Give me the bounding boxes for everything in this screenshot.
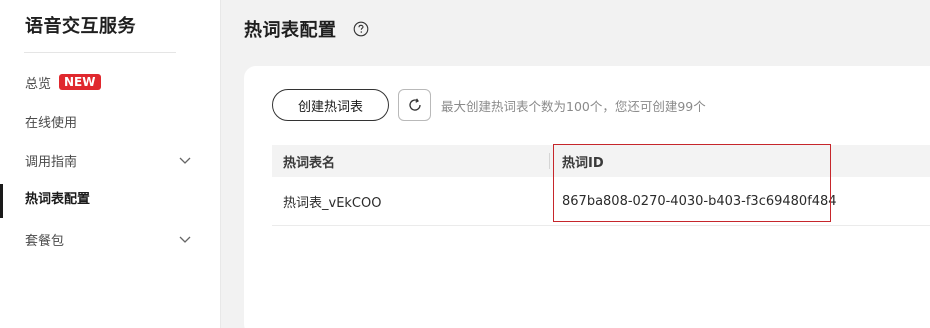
sidebar-item-online-use[interactable]: 在线使用 — [0, 106, 221, 136]
cell-hotword-table-name: 热词表_vEkCOO — [283, 196, 382, 211]
sidebar-item-label: 调用指南 — [25, 154, 78, 170]
sidebar-title: 语音交互服务 — [25, 16, 136, 37]
column-header-name: 热词表名 — [283, 155, 336, 171]
cell-hotword-id: 867ba808-0270-4030-b403-f3c69480f484 — [562, 194, 837, 209]
create-hotword-table-button[interactable]: 创建热词表 — [272, 89, 389, 121]
sidebar-item-package[interactable]: 套餐包 — [0, 224, 221, 254]
sidebar: 语音交互服务 总览 NEW 在线使用 调用指南 热词表配置 套餐包 — [0, 0, 221, 328]
chevron-down-icon — [179, 157, 191, 164]
app-root: 语音交互服务 总览 NEW 在线使用 调用指南 热词表配置 套餐包 热词表配置 — [0, 0, 930, 328]
table-header: 热词表名 热词ID — [272, 145, 930, 177]
sidebar-item-label: 热词表配置 — [25, 191, 91, 207]
sidebar-item-overview[interactable]: 总览 NEW — [0, 67, 221, 97]
quota-hint: 最大创建热词表个数为100个，您还可创建99个 — [441, 99, 706, 114]
sidebar-item-hotword-config[interactable]: 热词表配置 — [0, 182, 221, 218]
sidebar-item-label: 总览 — [25, 76, 52, 92]
sidebar-item-label: 套餐包 — [25, 233, 65, 249]
refresh-icon — [408, 98, 421, 111]
column-header-id: 热词ID — [562, 155, 604, 171]
sidebar-item-label: 在线使用 — [25, 115, 78, 131]
column-separator — [549, 153, 550, 169]
sidebar-item-call-guide[interactable]: 调用指南 — [0, 145, 221, 175]
page-title: 热词表配置 — [244, 20, 337, 41]
sidebar-divider — [24, 52, 176, 53]
refresh-button[interactable] — [398, 89, 431, 121]
question-circle-icon[interactable] — [353, 21, 369, 37]
table-row: 热词表_vEkCOO 867ba808-0270-4030-b403-f3c69… — [272, 178, 930, 226]
new-badge: NEW — [59, 74, 101, 90]
chevron-down-icon — [179, 236, 191, 243]
